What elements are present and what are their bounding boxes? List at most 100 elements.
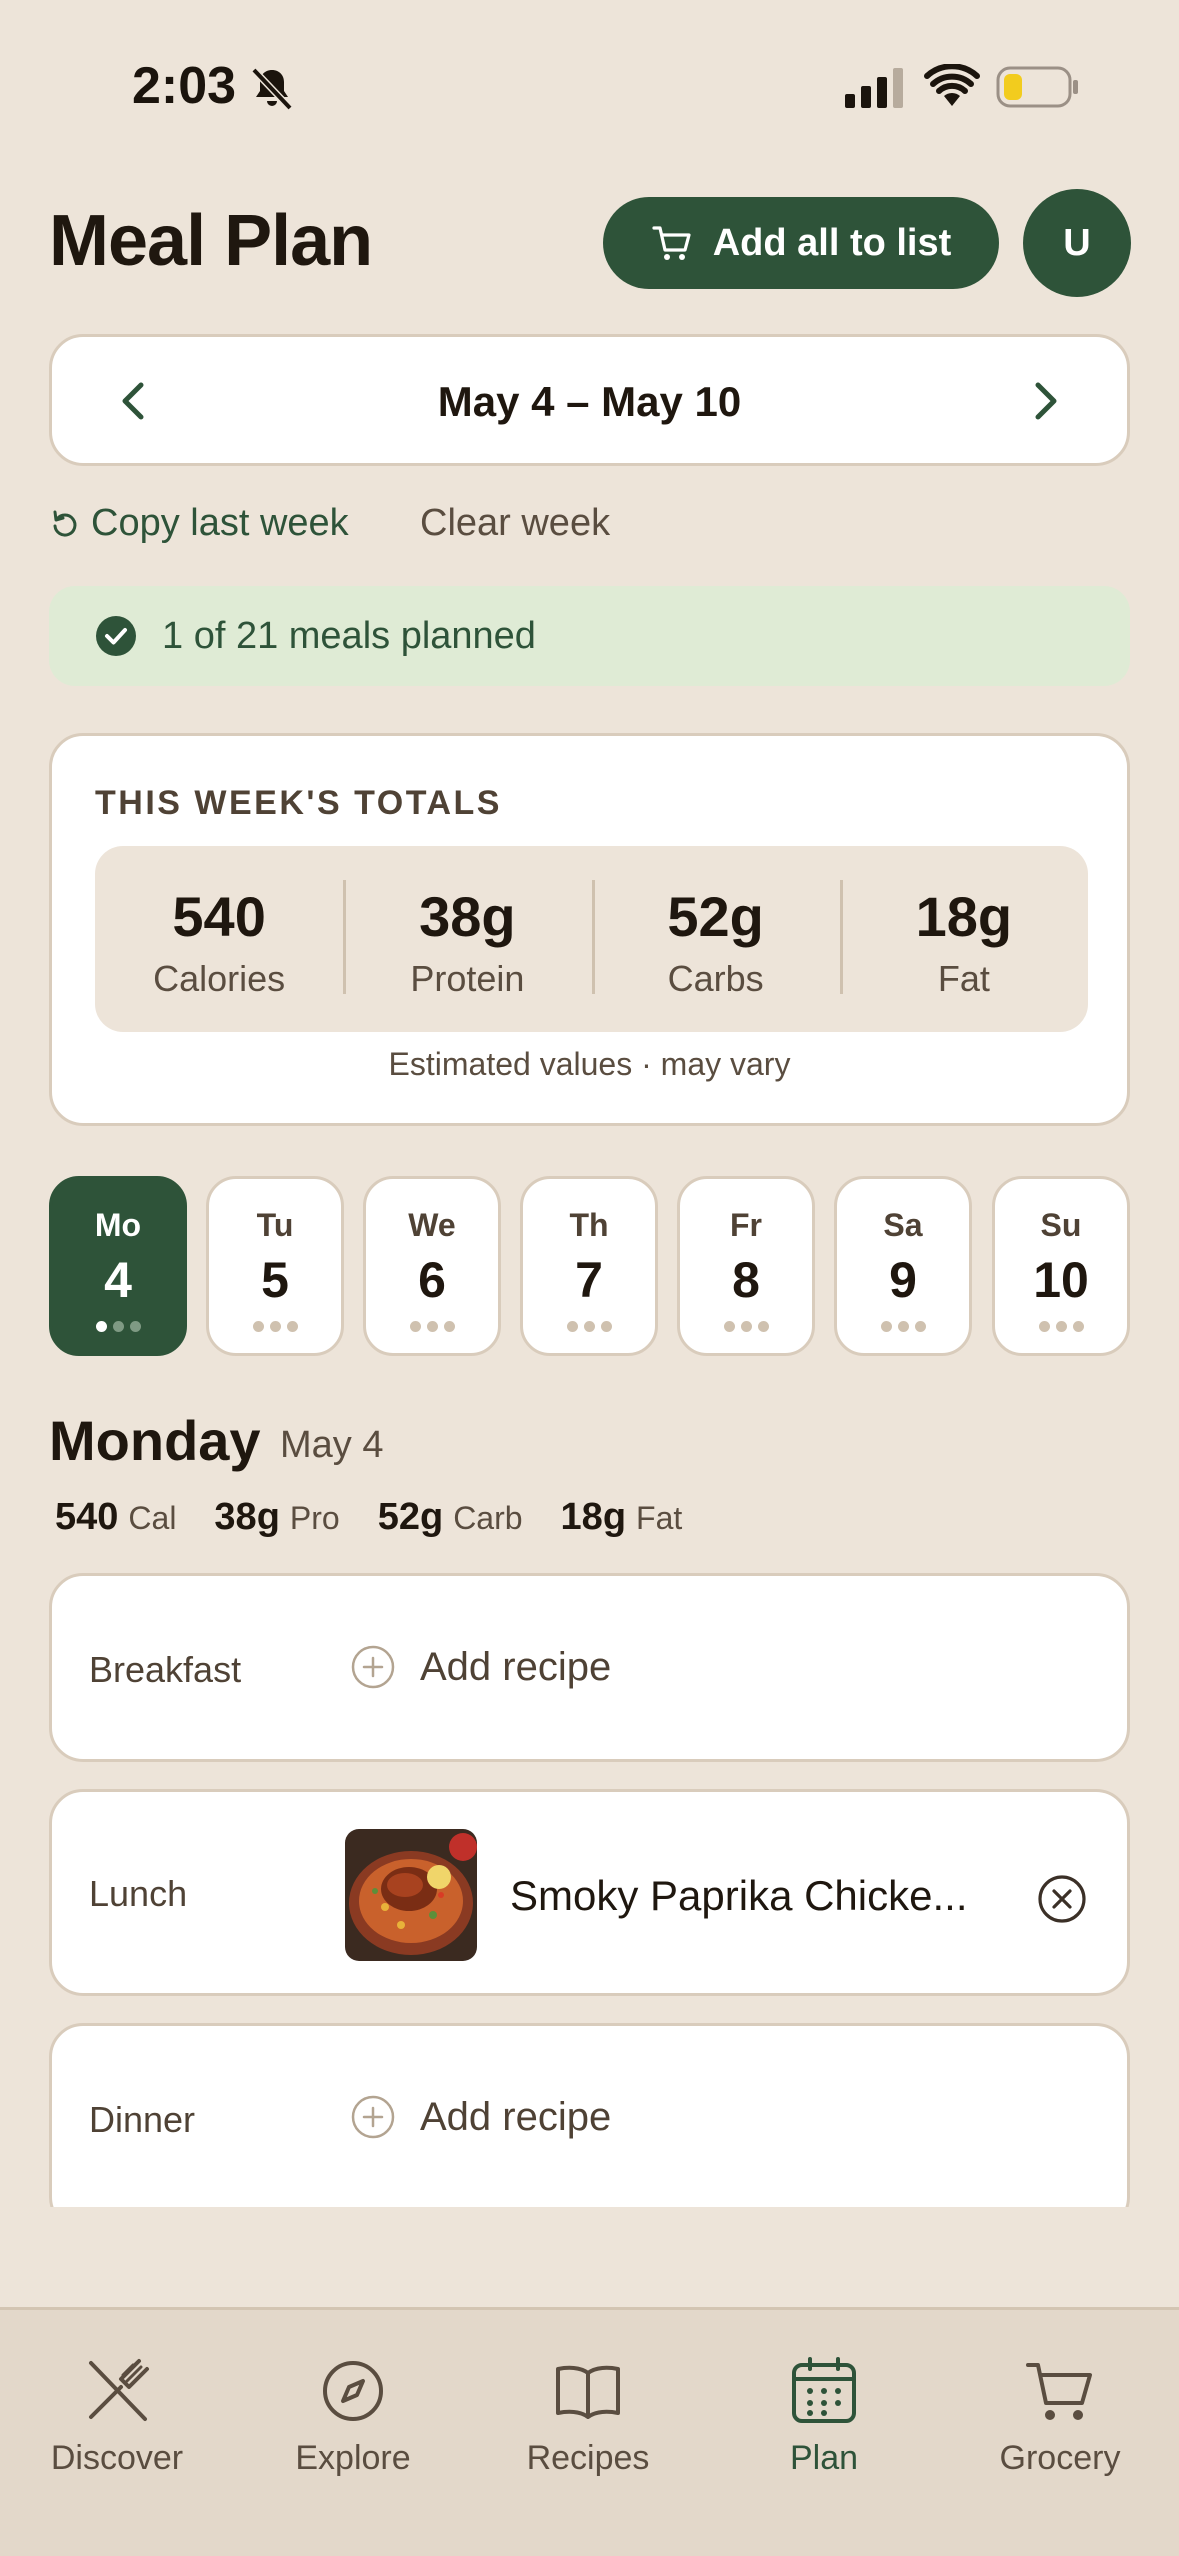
total-label: Carbs [667,958,764,999]
selected-day-title: Monday [49,1409,261,1472]
avatar-initial: U [1063,221,1091,264]
total-calories: 540 Calories [95,846,343,1032]
selected-day-date: May 4 [280,1424,384,1466]
copy-last-week-label: Copy last week [91,502,349,544]
day-macro-fat: 18g Fat [561,1496,683,1539]
cellular-signal-icon [845,68,903,108]
week-navigator: May 4 – May 10 [49,334,1130,466]
copy-last-week-button[interactable]: Copy last week [49,502,349,545]
day-meal-dots [995,1321,1127,1332]
add-recipe-label: Add recipe [420,2094,612,2139]
add-recipe-button[interactable]: Add recipe [350,1644,611,1690]
tab-label: Discover [50,2439,184,2477]
cart-icon [652,226,691,260]
total-fat: 18g Fat [839,846,1088,1032]
total-label: Fat [937,958,990,999]
day-macros: 540 Cal 38g Pro 52g Carb 18g Fat [55,1496,682,1539]
day-number: 7 [575,1252,603,1308]
day-abbr: Th [569,1207,609,1243]
macro-value: 38g [214,1496,280,1538]
macro-unit: Carb [453,1500,523,1536]
meal-label: Lunch [89,1873,188,1914]
utensils-icon [89,2359,149,2421]
tab-label: Explore [295,2439,411,2477]
day-picker: Mo 4 Tu 5 We 6 Th 7 Fr 8 Sa 9 Su 10 [49,1176,1130,1356]
day-chip[interactable]: We 6 [363,1176,501,1356]
day-abbr: Fr [730,1207,762,1243]
tab-label: Grocery [999,2439,1121,2477]
day-chip[interactable]: Sa 9 [834,1176,972,1356]
macro-unit: Cal [128,1500,177,1536]
calendar-icon [792,2357,856,2423]
day-number: 4 [104,1252,132,1308]
meal-row-lunch: Lunch Smoky Paprika Chicke... [49,1789,1130,1996]
totals-grid: 540 Calories 38g Protein 52g Carbs 18g F… [95,846,1088,1032]
tab-plan[interactable]: Plan [724,2355,924,2478]
totals-heading: THIS WEEK'S TOTALS [95,784,502,822]
clear-week-button[interactable]: Clear week [420,502,610,545]
remove-recipe-icon[interactable] [1037,1874,1087,1924]
day-abbr: Su [1040,1207,1082,1243]
tab-recipes[interactable]: Recipes [488,2355,688,2478]
add-all-to-list-button[interactable]: Add all to list [603,197,999,289]
day-abbr: Tu [256,1207,294,1243]
weekly-totals-card: THIS WEEK'S TOTALS 540 Calories 38g Prot… [49,733,1130,1126]
plus-circle-icon [351,2095,395,2139]
tab-label: Plan [789,2439,859,2477]
recipe-thumbnail[interactable] [345,1829,477,1961]
meal-row-breakfast: Breakfast Add recipe [49,1573,1130,1762]
meal-row-dinner: Dinner Add recipe [49,2023,1130,2207]
total-value: 540 [172,885,266,948]
total-carbs: 52g Carbs [591,846,840,1032]
day-chip[interactable]: Th 7 [520,1176,658,1356]
macro-value: 52g [377,1496,444,1538]
day-chip[interactable]: Fr 8 [677,1176,815,1356]
day-chip[interactable]: Su 10 [992,1176,1130,1356]
bell-off-icon [251,67,293,111]
tab-grocery[interactable]: Grocery [960,2355,1160,2478]
totals-note: Estimated values · may vary [388,1046,791,1082]
total-value: 38g [419,885,516,948]
status-time: 2:03 [132,57,237,115]
meal-label: Dinner [89,2099,196,2140]
meal-list-clip: Dinner Add recipe [0,2020,1179,2207]
undo-icon [53,510,77,537]
plus-circle-icon [351,1645,395,1689]
recipe-name[interactable]: Smoky Paprika Chicke... [510,1872,968,1920]
cart-icon [1026,2363,1092,2420]
compass-icon [323,2361,383,2421]
total-label: Protein [410,958,525,999]
book-icon [556,2365,620,2419]
day-chip[interactable]: Tu 5 [206,1176,344,1356]
tab-explore[interactable]: Explore [253,2355,453,2478]
day-abbr: Sa [883,1207,923,1243]
day-macro-carbs: 52g Carb [378,1496,523,1539]
page-title: Meal Plan [49,201,373,281]
day-macro-calories: 540 Cal [55,1496,176,1539]
add-recipe-button[interactable]: Add recipe [350,2094,611,2140]
chevron-right-icon[interactable] [1016,373,1072,429]
day-number: 5 [261,1252,289,1308]
total-label: Calories [153,958,286,999]
meals-planned-banner: 1 of 21 meals planned [49,586,1130,686]
day-number: 8 [732,1252,760,1308]
wifi-icon [924,64,980,106]
macro-value: 18g [560,1496,627,1538]
tab-label: Recipes [526,2439,650,2477]
avatar[interactable]: U [1023,189,1131,297]
day-number: 9 [889,1252,917,1308]
day-meal-dots [52,1321,184,1332]
battery-icon [996,66,1078,108]
day-abbr: We [408,1207,456,1243]
week-range-label: May 4 – May 10 [437,378,742,425]
total-value: 18g [915,885,1013,948]
macro-unit: Fat [636,1500,683,1536]
add-recipe-label: Add recipe [420,1644,612,1689]
day-chip[interactable]: Mo 4 [49,1176,187,1356]
day-meal-dots [366,1321,498,1332]
tab-discover[interactable]: Discover [17,2355,217,2478]
macro-value: 540 [55,1496,119,1538]
tab-bar: Discover Explore Recipes Plan Grocery [0,2307,1179,2556]
status-bar: 2:03 [0,0,1179,175]
day-number: 6 [418,1252,446,1308]
